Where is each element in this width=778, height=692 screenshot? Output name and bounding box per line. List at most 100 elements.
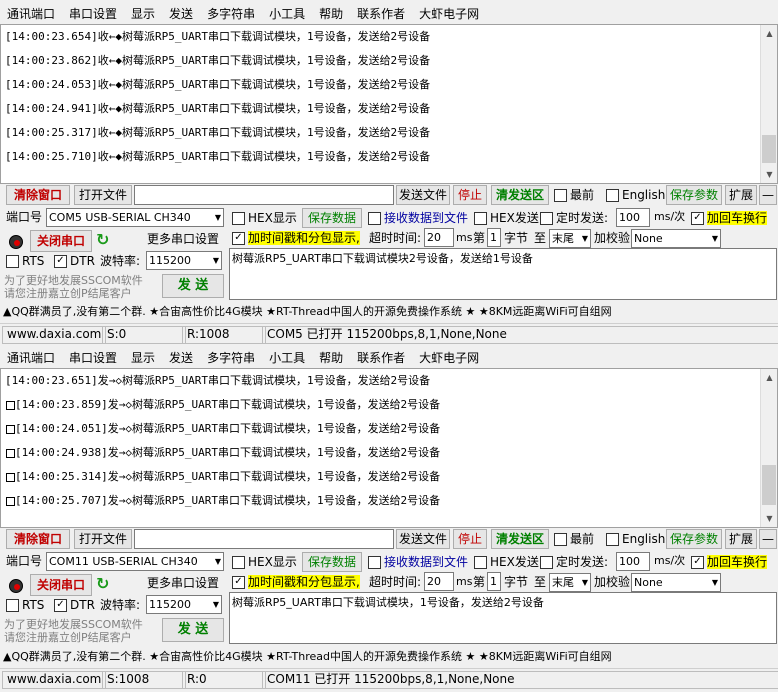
status-site[interactable]: www.daxia.com — [2, 326, 106, 344]
close-port-button[interactable]: 关闭串口 — [30, 230, 92, 252]
open-file-button[interactable]: 打开文件 — [74, 529, 132, 549]
clear-send-area-button[interactable]: 清发送区 — [491, 529, 549, 549]
baud-select[interactable]: 115200 ▼ — [146, 595, 222, 614]
save-data-button[interactable]: 保存数据 — [302, 552, 362, 572]
open-file-button[interactable]: 打开文件 — [74, 185, 132, 205]
receive-log[interactable]: [14:00:23.654]收←◆树莓派RP5_UART串口下载调试模块，1号设… — [0, 24, 778, 184]
refresh-icon[interactable]: ↻ — [96, 574, 109, 593]
nth-byte-input[interactable]: 1 — [487, 572, 501, 591]
baud-select[interactable]: 115200 ▼ — [146, 251, 222, 270]
collapse-button[interactable]: — — [759, 529, 777, 549]
menu-item-send[interactable]: 发送 — [162, 349, 200, 366]
menu-item-display[interactable]: 显示 — [124, 349, 162, 366]
add-crlf-checkbox[interactable]: ✓ 加回车换行 — [691, 552, 768, 572]
nth-byte-input[interactable]: 1 — [487, 228, 501, 247]
send-button[interactable]: 发 送 — [162, 274, 224, 298]
dtr-checkbox[interactable]: ✓ DTR — [54, 251, 95, 271]
file-path-input[interactable] — [134, 529, 394, 549]
checksum-select[interactable]: None ▼ — [631, 229, 721, 248]
status-site[interactable]: www.daxia.com — [2, 671, 106, 689]
promo-text-line2[interactable]: 请您注册嘉立创P结尾客户 — [4, 287, 132, 300]
send-file-button[interactable]: 发送文件 — [396, 529, 450, 549]
send-file-button[interactable]: 发送文件 — [396, 185, 450, 205]
menu-item-comm-port[interactable]: 通讯端口 — [0, 349, 62, 366]
news-ticker[interactable]: ▲QQ群满员了,没有第二个群. ★合宙高性价比4G模块 ★RT-Thread中国… — [0, 303, 778, 321]
hex-display-checkbox[interactable]: HEX显示 — [232, 552, 297, 572]
expand-button[interactable]: 扩展 — [725, 529, 757, 549]
stop-button[interactable]: 停止 — [453, 529, 487, 549]
more-settings-link[interactable]: 更多串口设置 — [147, 573, 219, 593]
always-on-top-checkbox[interactable]: 最前 — [554, 529, 594, 549]
more-settings-link[interactable]: 更多串口设置 — [147, 229, 219, 249]
dtr-checkbox[interactable]: ✓ DTR — [54, 595, 95, 615]
menu-item-help[interactable]: 帮助 — [312, 5, 350, 22]
scroll-down-icon[interactable]: ▼ — [761, 166, 777, 183]
promo-text-line1[interactable]: 为了更好地发展SSCOM软件 — [4, 274, 143, 287]
timestamp-split-checkbox[interactable]: ✓ 加时间戳和分包显示, — [232, 572, 360, 592]
clear-window-button[interactable]: 清除窗口 — [6, 185, 70, 205]
send-text-area[interactable]: 树莓派RP5_UART串口下载调试模块2号设备，发送给1号设备 — [229, 248, 777, 300]
close-port-button[interactable]: 关闭串口 — [30, 574, 92, 596]
always-on-top-checkbox[interactable]: 最前 — [554, 185, 594, 205]
menu-item-serial-settings[interactable]: 串口设置 — [62, 349, 124, 366]
menu-item-serial-settings[interactable]: 串口设置 — [62, 5, 124, 22]
rts-checkbox[interactable]: RTS — [6, 251, 44, 271]
hex-send-checkbox[interactable]: HEX发送 — [474, 552, 539, 572]
promo-text-line2[interactable]: 请您注册嘉立创P结尾客户 — [4, 631, 132, 644]
menu-item-contact[interactable]: 联系作者 — [350, 349, 412, 366]
add-crlf-checkbox[interactable]: ✓ 加回车换行 — [691, 208, 768, 228]
menu-item-send[interactable]: 发送 — [162, 5, 200, 22]
end-select[interactable]: 末尾 ▼ — [549, 229, 591, 248]
port-select[interactable]: COM11 USB-SERIAL CH340 ▼ — [46, 552, 224, 571]
timed-send-checkbox[interactable]: 定时发送: — [540, 552, 608, 572]
log-scrollbar[interactable]: ▲ ▼ — [760, 25, 777, 183]
end-select[interactable]: 末尾 ▼ — [549, 573, 591, 592]
clear-send-area-button[interactable]: 清发送区 — [491, 185, 549, 205]
scroll-up-icon[interactable]: ▲ — [761, 25, 777, 42]
menu-item-tools[interactable]: 小工具 — [262, 5, 312, 22]
scroll-down-icon[interactable]: ▼ — [761, 510, 777, 527]
timeout-input[interactable]: 20 — [424, 228, 454, 247]
collapse-button[interactable]: — — [759, 185, 777, 205]
menu-item-display[interactable]: 显示 — [124, 5, 162, 22]
menu-item-tools[interactable]: 小工具 — [262, 349, 312, 366]
timed-send-checkbox[interactable]: 定时发送: — [540, 208, 608, 228]
timed-interval-input[interactable]: 100 — [616, 208, 650, 227]
menu-item-help[interactable]: 帮助 — [312, 349, 350, 366]
port-select[interactable]: COM5 USB-SERIAL CH340 ▼ — [46, 208, 224, 227]
save-data-button[interactable]: 保存数据 — [302, 208, 362, 228]
timeout-input[interactable]: 20 — [424, 572, 454, 591]
checksum-select[interactable]: None ▼ — [631, 573, 721, 592]
expand-button[interactable]: 扩展 — [725, 185, 757, 205]
hex-send-checkbox[interactable]: HEX发送 — [474, 208, 539, 228]
menu-item-daxia-site[interactable]: 大虾电子网 — [412, 5, 486, 22]
receive-to-file-checkbox[interactable]: 接收数据到文件 — [368, 208, 468, 228]
menu-item-comm-port[interactable]: 通讯端口 — [0, 5, 62, 22]
send-button[interactable]: 发 送 — [162, 618, 224, 642]
log-scrollbar[interactable]: ▲ ▼ — [760, 369, 777, 527]
save-params-button[interactable]: 保存参数 — [666, 529, 722, 549]
rts-checkbox[interactable]: RTS — [6, 595, 44, 615]
menu-item-daxia-site[interactable]: 大虾电子网 — [412, 349, 486, 366]
send-text-area[interactable]: 树莓派RP5_UART串口下载调试模块，1号设备，发送给2号设备 — [229, 592, 777, 644]
timestamp-split-checkbox[interactable]: ✓ 加时间戳和分包显示, — [232, 228, 360, 248]
scroll-thumb[interactable] — [762, 135, 776, 163]
hex-display-checkbox[interactable]: HEX显示 — [232, 208, 297, 228]
scroll-up-icon[interactable]: ▲ — [761, 369, 777, 386]
clear-window-button[interactable]: 清除窗口 — [6, 529, 70, 549]
refresh-icon[interactable]: ↻ — [96, 230, 109, 249]
scroll-thumb[interactable] — [762, 465, 776, 505]
menu-item-multi-string[interactable]: 多字符串 — [200, 5, 262, 22]
menu-item-multi-string[interactable]: 多字符串 — [200, 349, 262, 366]
timed-interval-input[interactable]: 100 — [616, 552, 650, 571]
menu-item-contact[interactable]: 联系作者 — [350, 5, 412, 22]
english-checkbox[interactable]: English — [606, 185, 665, 205]
news-ticker[interactable]: ▲QQ群满员了,没有第二个群. ★合宙高性价比4G模块 ★RT-Thread中国… — [0, 648, 778, 666]
receive-log[interactable]: [14:00:23.651]发→◇树莓派RP5_UART串口下载调试模块，1号设… — [0, 368, 778, 528]
promo-text-line1[interactable]: 为了更好地发展SSCOM软件 — [4, 618, 143, 631]
save-params-button[interactable]: 保存参数 — [666, 185, 722, 205]
receive-to-file-checkbox[interactable]: 接收数据到文件 — [368, 552, 468, 572]
stop-button[interactable]: 停止 — [453, 185, 487, 205]
english-checkbox[interactable]: English — [606, 529, 665, 549]
file-path-input[interactable] — [134, 185, 394, 205]
